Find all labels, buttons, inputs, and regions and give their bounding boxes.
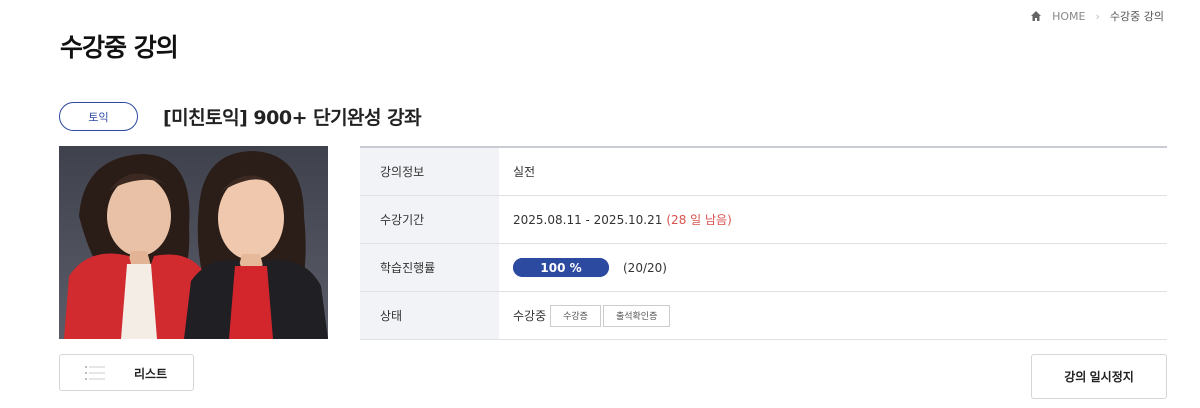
course-info-table: 강의정보 실전 수강기간 2025.08.11 - 2025.10.21 (28… <box>360 146 1167 340</box>
course-level: 실전 <box>513 165 536 179</box>
info-row-progress: 학습진행률 100 % (20/20) <box>360 244 1167 292</box>
breadcrumb-home[interactable]: HOME <box>1052 10 1085 23</box>
chevron-right-icon: › <box>1095 9 1100 23</box>
info-label: 수강기간 <box>360 196 499 243</box>
info-label: 상태 <box>360 292 499 339</box>
info-value: 수강중 수강증 출석확인증 <box>499 292 1167 339</box>
progress-percent: 100 % <box>540 260 582 275</box>
instructors-photo-icon <box>59 146 328 339</box>
enrollment-certificate-button[interactable]: 수강증 <box>550 304 601 327</box>
enrollment-period: 2025.08.11 - 2025.10.21 <box>513 212 663 227</box>
list-icon <box>84 365 106 381</box>
progress-count: (20/20) <box>623 260 667 275</box>
info-row-period: 수강기간 2025.08.11 - 2025.10.21 (28 일 남음) <box>360 196 1167 244</box>
pause-course-button[interactable]: 강의 일시정지 <box>1031 354 1167 399</box>
breadcrumb: HOME › 수강중 강의 <box>1030 8 1164 24</box>
status-text: 수강중 <box>513 309 547 323</box>
info-label: 학습진행률 <box>360 244 499 291</box>
info-label: 강의정보 <box>360 148 499 195</box>
attendance-certificate-button[interactable]: 출석확인증 <box>602 304 671 327</box>
course-title: [미친토익] 900+ 단기완성 강좌 <box>163 107 422 129</box>
home-icon[interactable] <box>1030 10 1042 22</box>
page-title: 수강중 강의 <box>60 33 179 62</box>
info-value: 100 % (20/20) <box>499 244 1167 291</box>
list-button-label: 리스트 <box>134 367 168 381</box>
info-value: 2025.08.11 - 2025.10.21 (28 일 남음) <box>499 196 1167 243</box>
list-button[interactable]: 리스트 <box>59 354 194 391</box>
breadcrumb-current: 수강중 강의 <box>1109 10 1164 23</box>
days-remaining: (28 일 남음) <box>666 213 732 227</box>
info-value: 실전 <box>499 148 1167 195</box>
info-row-course-info: 강의정보 실전 <box>360 148 1167 196</box>
course-thumbnail <box>59 146 328 339</box>
info-row-status: 상태 수강중 수강증 출석확인증 <box>360 292 1167 340</box>
category-badge: 토익 <box>59 102 138 131</box>
progress-bar: 100 % <box>513 258 609 277</box>
